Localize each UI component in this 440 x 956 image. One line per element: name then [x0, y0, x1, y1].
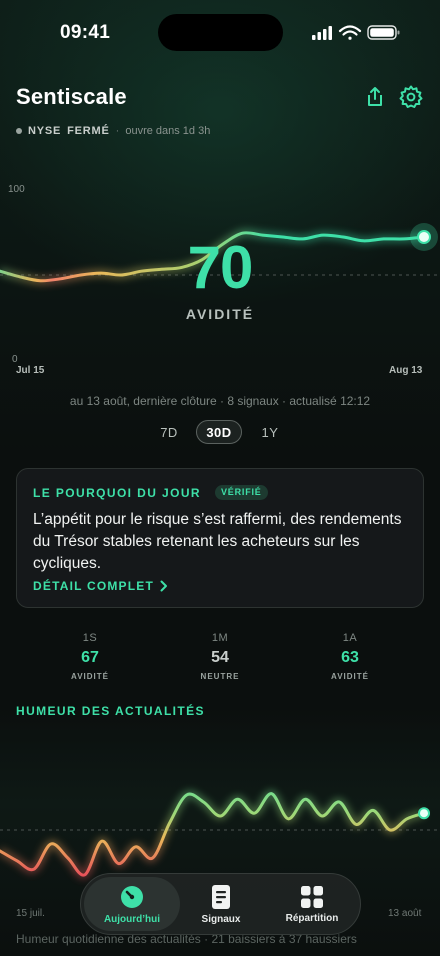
tab-signals-label: Signaux	[201, 913, 241, 925]
market-separator: ·	[115, 125, 120, 137]
news-line-glow	[0, 790, 426, 879]
stat-period: 1A	[342, 632, 358, 644]
stat-value: 63	[341, 649, 359, 666]
verified-badge: VÉRIFIÉ	[215, 485, 268, 500]
market-state: FERMÉ	[67, 125, 110, 137]
x-end-label: Aug 13	[389, 365, 423, 376]
stat-label: AVIDITÉ	[331, 672, 369, 681]
battery-icon	[367, 25, 400, 40]
full-detail-label: DÉTAIL COMPLET	[33, 579, 155, 593]
stat-1y[interactable]: 1A 63 AVIDITÉ	[290, 632, 410, 681]
status-icons	[312, 25, 400, 40]
y-min-label: 0	[12, 354, 18, 365]
stat-period: 1S	[82, 632, 98, 644]
market-opens: ouvre dans 1d 3h	[125, 125, 211, 137]
market-exchange: NYSE	[28, 125, 62, 137]
range-30d[interactable]: 30D	[196, 420, 242, 444]
tab-breakdown[interactable]: Répartition	[264, 874, 360, 934]
stat-value: 67	[81, 649, 99, 666]
news-current-point[interactable]	[418, 807, 430, 820]
tab-bar: Aujourd’hui Signaux Répartition	[80, 873, 361, 935]
news-section-title: HUMEUR DES ACTUALITÉS	[16, 704, 205, 718]
tab-today-label: Aujourd’hui	[103, 913, 161, 925]
tab-today[interactable]: Aujourd’hui	[84, 874, 180, 934]
tab-breakdown-label: Répartition	[285, 912, 339, 924]
stat-1m[interactable]: 1M 54 NEUTRE	[160, 632, 280, 681]
gauge-icon	[121, 885, 143, 908]
news-end-label: 13 août	[388, 908, 422, 919]
stat-label: AVIDITÉ	[71, 672, 109, 681]
market-dot	[16, 128, 22, 134]
app-title: Sentiscale	[16, 84, 127, 109]
wifi-icon	[338, 25, 362, 40]
sentiment-label: AVIDITÉ	[185, 306, 255, 322]
stat-1w[interactable]: 1S 67 AVIDITÉ	[30, 632, 150, 681]
stat-value: 54	[211, 649, 229, 666]
document-icon	[212, 884, 230, 909]
full-detail-link[interactable]: DÉTAIL COMPLET	[33, 579, 168, 593]
x-start-label: Jul 15	[16, 365, 45, 376]
share-icon[interactable]	[362, 84, 388, 110]
why-body: L’appétit pour le risque s’est raffermi,…	[33, 511, 402, 572]
gear-icon[interactable]	[398, 84, 424, 110]
stat-label: NEUTRE	[200, 672, 240, 681]
range-7d[interactable]: 7D	[153, 420, 185, 444]
chevron-right-icon	[160, 580, 168, 592]
current-point[interactable]	[417, 230, 431, 244]
stat-period: 1M	[211, 632, 229, 644]
market-status: NYSE FERMÉ · ouvre dans 1d 3h	[16, 125, 210, 137]
dynamic-island	[158, 14, 283, 51]
why-title: LE POURQUOI DU JOUR	[33, 486, 201, 500]
grid-icon	[301, 885, 323, 908]
signal-icon	[312, 26, 332, 40]
why-card[interactable]: LE POURQUOI DU JOUR VÉRIFIÉ L’appétit po…	[16, 468, 424, 608]
sentiment-score: 70	[187, 234, 254, 301]
range-1y[interactable]: 1Y	[254, 420, 286, 444]
chart-meta: au 13 août, dernière clôture · 8 signaux…	[69, 394, 371, 408]
status-time: 09:41	[60, 22, 111, 43]
news-start-label: 15 juil.	[16, 908, 45, 919]
y-max-label: 100	[8, 184, 25, 195]
tab-signals[interactable]: Signaux	[181, 874, 261, 934]
